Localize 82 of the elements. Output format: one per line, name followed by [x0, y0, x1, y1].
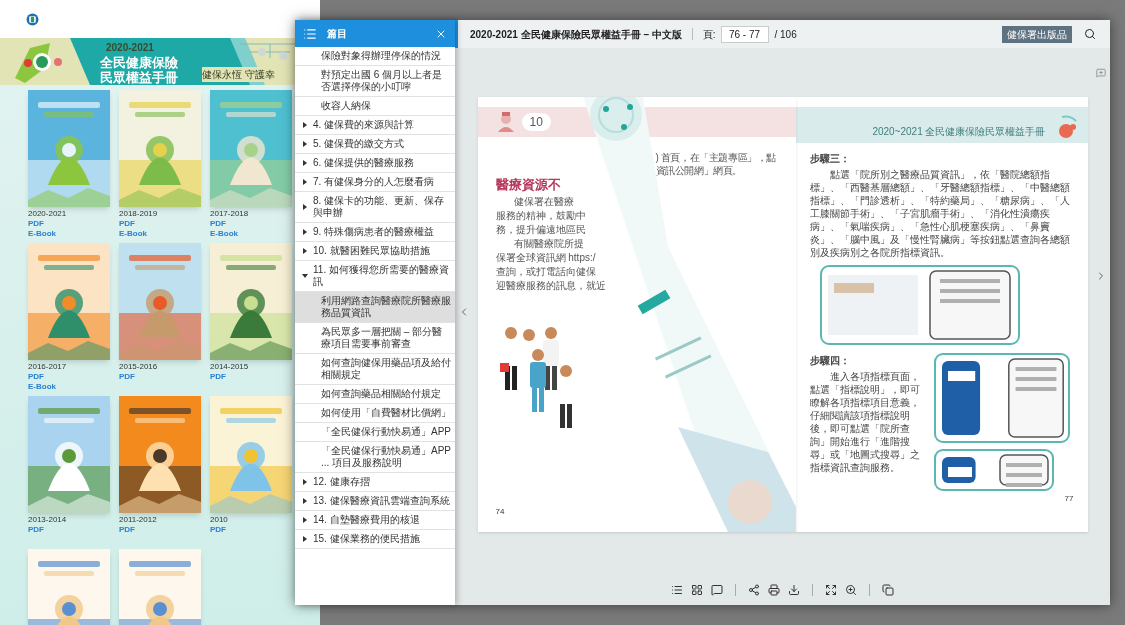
download-link[interactable]: PDF	[210, 372, 226, 382]
caret-icon	[302, 517, 308, 523]
edition-year: 2013-2014	[28, 515, 68, 525]
step-title: 步驟四：	[809, 354, 851, 368]
edition-year: 2011-2012	[119, 515, 158, 525]
print-icon[interactable]	[768, 584, 780, 596]
edition-year: 2020-2021	[28, 209, 68, 219]
nurse-icon	[495, 112, 516, 132]
share-icon[interactable]	[748, 584, 760, 596]
caret-icon	[302, 248, 308, 254]
toc-item[interactable]: 保險對象得辦理停保的情況	[295, 47, 455, 66]
toc-item[interactable]: 對預定出國 6 個月以上者是否選擇停保的小叮嚀	[295, 66, 455, 97]
download-link[interactable]: PDF	[28, 219, 44, 229]
step-description: 點選「院所別之醫療品質資訊」，依「醫院總額指標」、「西醫基層總額」、「牙醫總額指標」、「中醫總額指標」、「門診透析」、「特約藥局」、「糖尿病」、「人工膝關節手術」、「子宮肌瘤手術」、「消化性潰瘍疾病」、「氣喘疾病」、「急性心肌梗塞疾病」、「鼻竇炎」、「腦中風」及「慢性腎臟病」等按鈕點選查詢各總額別及疾病別之各院所指標資訊。	[809, 168, 1071, 259]
body-text-line: 保署全球資訊網 https:/	[495, 250, 597, 265]
edition-year: 2018-2019	[119, 209, 159, 219]
download-link[interactable]: E-Book	[28, 229, 56, 239]
body-text-line: 查詢，或打電話向健保	[495, 264, 597, 279]
step-title: 步驟三：	[809, 152, 851, 166]
toc-item[interactable]: 收容人納保	[295, 97, 455, 116]
download-link[interactable]: E-Book	[28, 382, 56, 392]
section-heading: 醫療資源不	[495, 176, 562, 194]
body-text-line: 有關醫療院所提	[512, 236, 585, 251]
caret-icon	[302, 160, 308, 166]
page-number: 74	[495, 506, 506, 518]
body-text-line: 迎醫療服務的訊息，就近	[495, 278, 607, 293]
caret-icon	[302, 273, 308, 279]
banner-title: 全民健康保險	[100, 55, 178, 70]
download-link[interactable]: PDF	[119, 372, 135, 382]
menu-icon[interactable]	[303, 26, 317, 41]
download-link[interactable]: E-Book	[119, 229, 147, 239]
fullscreen-icon[interactable]	[825, 584, 837, 596]
page-total: / 106	[774, 27, 797, 42]
step-description: 進入各項指標頁面，點選「指標說明」，即可瞭解各項指標項目意義，仔細閱讀該項指標說明後，即可點選「院所查詢」開始進行「進階搜尋」或「地圖式搜尋」之指標資訊查詢服務。	[809, 370, 921, 474]
edition-year: 2016-2017	[28, 362, 68, 372]
download-link[interactable]: PDF	[119, 219, 135, 229]
page-number: 77	[1064, 493, 1074, 505]
caret-icon	[302, 498, 308, 504]
body-text-line: 務，提升偏遠地區民	[495, 222, 587, 237]
panel-title: 篇目	[327, 27, 348, 41]
body-text-line: ) 首頁，在「主題專區」，點	[655, 151, 776, 164]
list-icon[interactable]	[671, 584, 683, 596]
banner-year: 2020-2021	[105, 41, 155, 55]
banner-slogan: 健保永恆 守護幸	[202, 67, 275, 82]
toc-item[interactable]: 為民眾多一層把關 – 部分醫療項目需要事前審查	[295, 323, 455, 354]
body-text-line: 資訊公開網」網頁。	[655, 164, 742, 177]
toc-item[interactable]: 如何查詢藥品相關給付規定	[295, 385, 455, 404]
caret-icon	[302, 536, 308, 542]
caret-icon	[302, 479, 308, 485]
download-link[interactable]: PDF	[28, 372, 44, 382]
publications-button[interactable]: 健保署出版品	[1002, 25, 1072, 43]
book-title: 2020-2021 全民健康保險民眾權益手冊 – 中文版	[470, 27, 682, 42]
caret-icon	[302, 141, 308, 147]
edition-year: 2014-2015	[210, 362, 250, 372]
edition-year: 2017-2018	[210, 209, 250, 219]
comment-icon[interactable]	[711, 584, 723, 596]
caret-icon	[302, 229, 308, 235]
download-link[interactable]: PDF	[210, 219, 226, 229]
window-icon[interactable]	[882, 584, 894, 596]
download-icon[interactable]	[788, 584, 800, 596]
download-link[interactable]: E-Book	[210, 229, 238, 239]
body-text-line: 服務的精神，鼓勵中	[495, 208, 587, 223]
toc-item[interactable]: 「全民健保行動快易通」APP	[295, 423, 455, 442]
body-text-line: 健保署在醫療	[512, 194, 575, 209]
toc-item[interactable]: 如何使用「自費醫材比價網」	[295, 404, 455, 423]
page-input[interactable]: 76 - 77	[720, 25, 769, 43]
grid-icon[interactable]	[691, 584, 703, 596]
caret-icon	[302, 122, 308, 128]
edition-year: 2010	[210, 515, 229, 525]
page-header: 2020~2021 全民健康保險民眾權益手冊	[872, 125, 1046, 139]
logo-icon	[26, 12, 39, 26]
edition-year: 2015-2016	[119, 362, 159, 372]
caret-icon	[302, 204, 308, 210]
page-label: 頁:	[702, 27, 716, 42]
toc-item[interactable]: 「全民健保行動快易通」APP ... 項目及服務說明	[295, 442, 455, 473]
caret-icon	[302, 179, 308, 185]
search-icon[interactable]	[1084, 28, 1096, 40]
zoom-in-icon[interactable]	[845, 584, 857, 596]
banner-title: 民眾權益手冊	[100, 70, 178, 85]
toc-item[interactable]: 如何查詢健保用藥品項及給付相關規定	[295, 354, 455, 385]
toc-item[interactable]: 利用網路查詢醫療院所醫療服務品質資訊	[295, 292, 455, 323]
chapter-number: 10	[521, 113, 551, 131]
